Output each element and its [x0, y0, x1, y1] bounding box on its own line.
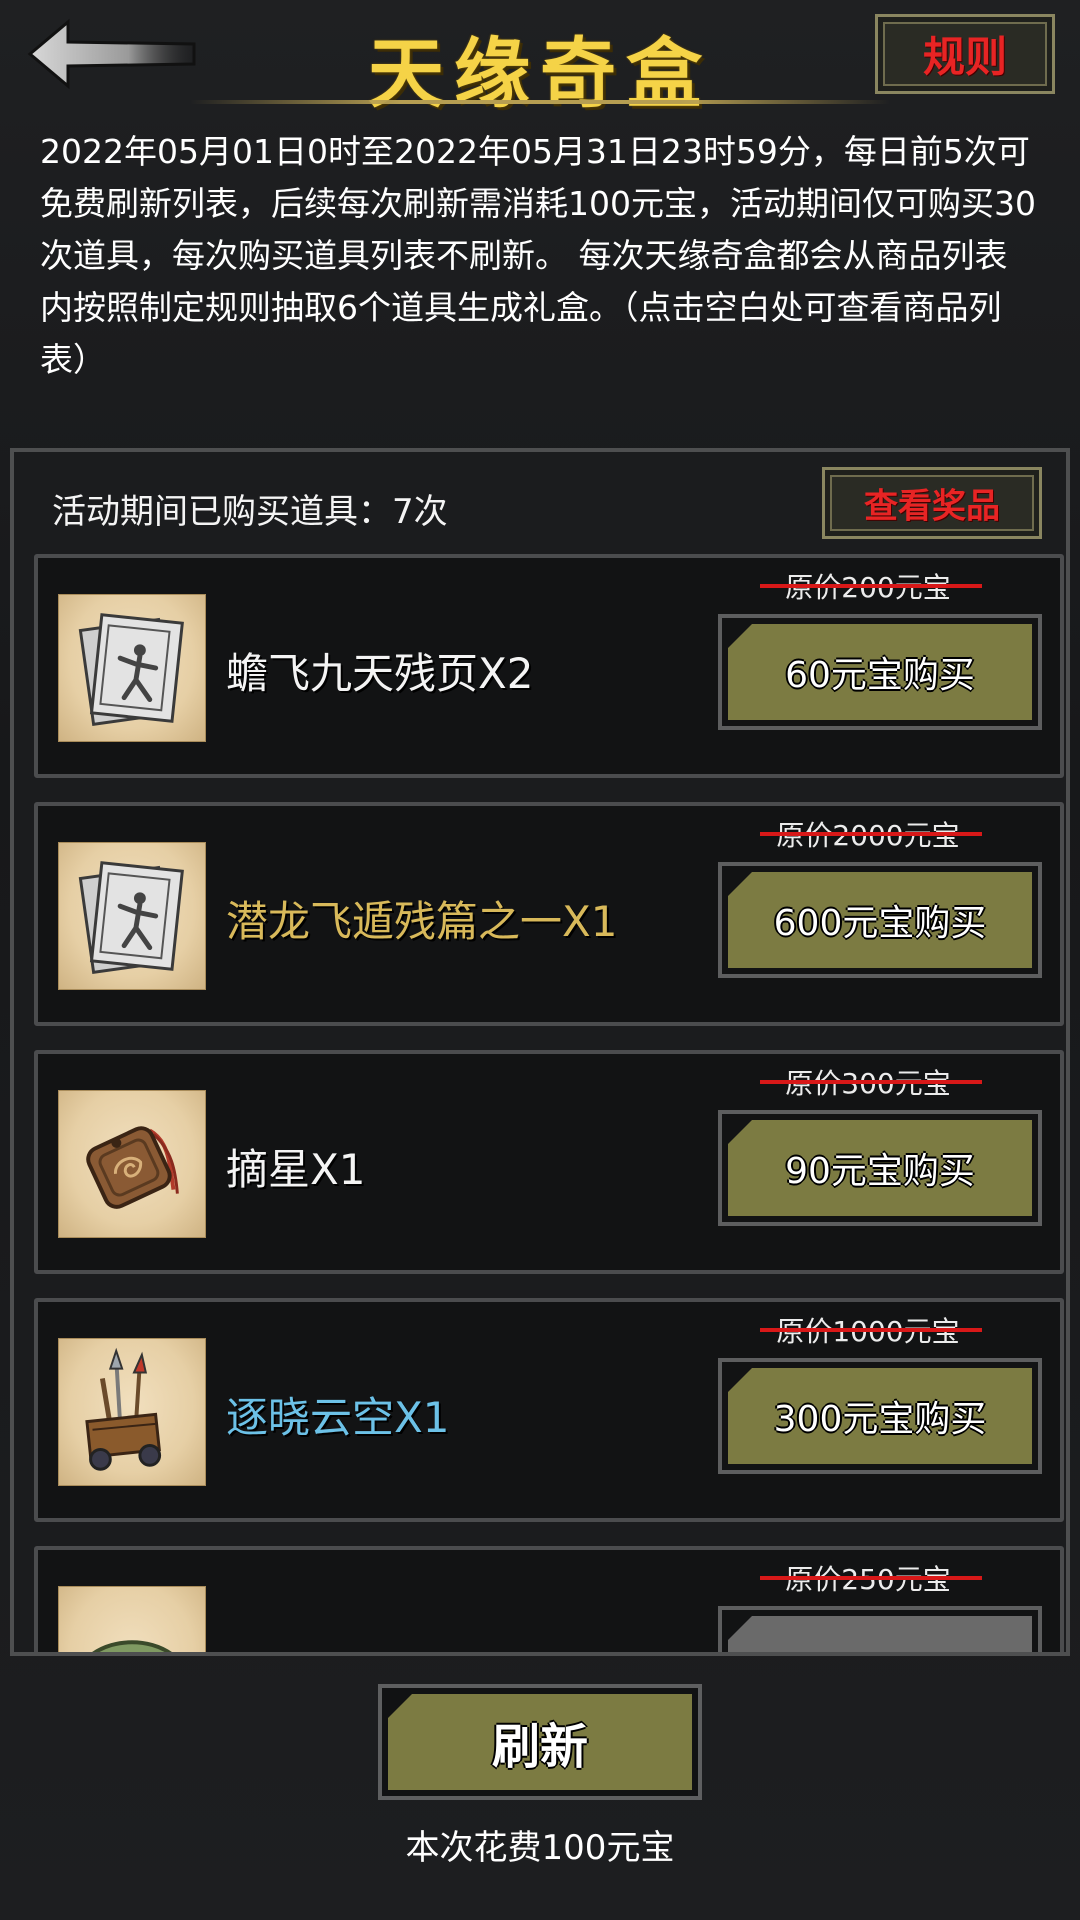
event-description: 2022年05月01日0时至2022年05月31日23时59分，每日前5次可免费… [40, 132, 1036, 379]
price-strikethrough [760, 1080, 982, 1084]
purchase-count-text: 活动期间已购买道具：7次 [52, 492, 448, 532]
item-name: 蟾飞九天残页X2 [226, 649, 534, 698]
rules-button[interactable]: 规则 [875, 14, 1055, 94]
token-amulet-icon [58, 1090, 206, 1238]
weapon-cart-icon [58, 1338, 206, 1486]
price-strikethrough [760, 584, 982, 588]
buy-button-label: 600元宝购买 [773, 903, 987, 944]
price-strikethrough [760, 1328, 982, 1332]
shop-panel: 活动期间已购买道具：7次 查看奖品 蟾飞九天残页X2 原价200元宝 [10, 448, 1070, 1656]
buy-button-label: 90元宝购买 [785, 1151, 975, 1192]
buy-button-label: 60元宝购买 [785, 655, 975, 696]
list-item: 原价250元宝 [34, 1546, 1064, 1652]
view-prizes-label: 查看奖品 [864, 486, 1000, 527]
refresh-button-label: 刷新 [491, 1719, 588, 1775]
green-orb-icon [58, 1586, 206, 1652]
item-name: 摘星X1 [226, 1145, 366, 1194]
view-prizes-button[interactable]: 查看奖品 [822, 467, 1042, 539]
refresh-cost-text: 本次花费100元宝 [405, 1828, 675, 1868]
buy-button-fill [728, 1616, 1032, 1652]
list-item: 蟾飞九天残页X2 原价200元宝 60元宝购买 [34, 554, 1064, 778]
buy-button[interactable]: 600元宝购买 [718, 862, 1042, 978]
item-name: 潜龙飞遁残篇之一X1 [226, 897, 618, 946]
buy-button[interactable]: 300元宝购买 [718, 1358, 1042, 1474]
price-strikethrough [760, 832, 982, 836]
app-root: 天缘奇盒 规则 2022年05月01日0时至2022年05月31日23时59分，… [0, 0, 1080, 1920]
buy-button[interactable] [718, 1606, 1042, 1652]
item-name: 逐晓云空X1 [226, 1393, 450, 1442]
refresh-button[interactable]: 刷新 [378, 1684, 702, 1800]
list-item: 摘星X1 原价300元宝 90元宝购买 [34, 1050, 1064, 1274]
rules-button-label: 规则 [922, 32, 1007, 82]
scroll-pages-icon [58, 842, 206, 990]
title-divider [190, 100, 890, 104]
list-item: 逐晓云空X1 原价1000元宝 300元宝购买 [34, 1298, 1064, 1522]
buy-button[interactable]: 90元宝购买 [718, 1110, 1042, 1226]
price-strikethrough [760, 1576, 982, 1580]
buy-button[interactable]: 60元宝购买 [718, 614, 1042, 730]
buy-button-label: 300元宝购买 [773, 1399, 987, 1440]
list-item: 潜龙飞遁残篇之一X1 原价2000元宝 600元宝购买 [34, 802, 1064, 1026]
scroll-pages-icon [58, 594, 206, 742]
